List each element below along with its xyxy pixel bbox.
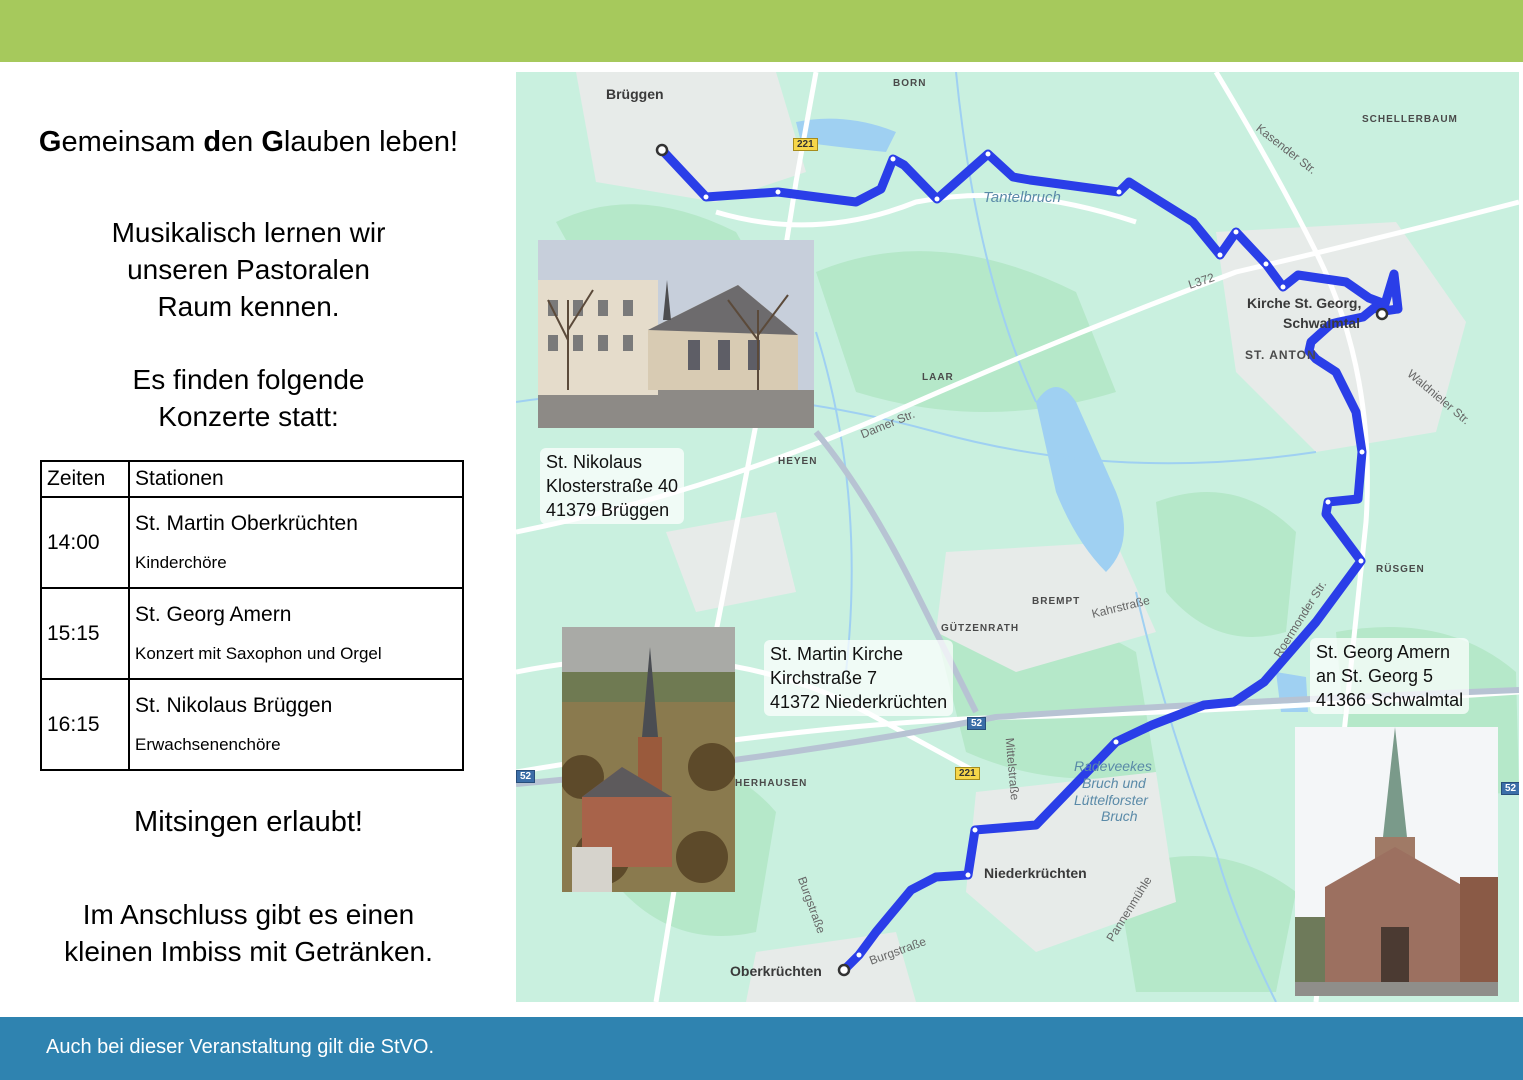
headline-initial-d: d [203, 126, 222, 158]
address-line: Klosterstraße 40 [546, 476, 679, 496]
route-map[interactable]: Brüggen BORN SCHELLERBAUM Kasender Str. … [516, 72, 1519, 1002]
map-label-ruesgen: RÜSGEN [1376, 564, 1425, 575]
map-label-herhausen: HERHAUSEN [735, 778, 808, 789]
headline-initial-g2: G [261, 126, 284, 158]
address-st-martin: St. Martin Kirche Kirchstraße 7 41372 Ni… [764, 640, 954, 716]
intro-line: Musikalisch lernen wir [111, 217, 386, 248]
header-station: Stationen [128, 460, 464, 498]
address-line: St. Martin Kirche [770, 644, 904, 664]
road-shield-221: 221 [793, 138, 818, 151]
map-label-radeveekes: Bruch und [1082, 775, 1146, 791]
station-detail: Erwachsenenchöre [135, 735, 281, 754]
photo-st-nikolaus [538, 240, 814, 428]
photo-st-georg [1295, 727, 1498, 996]
map-label-heyen: HEYEN [778, 456, 818, 467]
map-label-radeveekes: Radeveekes [1074, 758, 1152, 774]
header-time: Zeiten [40, 460, 130, 498]
time-cell: 15:15 [40, 587, 130, 680]
road-shield-221: 221 [955, 767, 980, 780]
station-cell: St. Nikolaus Brüggen Erwachsenenchöre [128, 678, 464, 771]
snack-line: kleinen Imbiss mit Getränken. [64, 936, 433, 967]
time-cell: 14:00 [40, 496, 130, 589]
road-shield-52: 52 [1501, 782, 1519, 795]
station-detail: Kinderchöre [135, 553, 227, 572]
map-label-guetzenrath: GÜTZENRATH [941, 623, 1020, 634]
table-row: 14:00 St. Martin Oberkrüchten Kinderchör… [40, 496, 464, 589]
intro-line: Raum kennen. [157, 291, 340, 322]
photo-st-martin [562, 627, 735, 892]
address-st-nikolaus: St. Nikolaus Klosterstraße 40 41379 Brüg… [540, 448, 685, 524]
headline-part: lauben leben! [283, 126, 459, 158]
intro-text: Musikalisch lernen wir unseren Pastorale… [0, 214, 497, 325]
map-label-kirche-st-georg: Kirche St. Georg, [1247, 295, 1362, 311]
road-shield-52: 52 [967, 717, 987, 730]
map-label-born: BORN [893, 78, 927, 89]
headline-part: emeinsam [61, 126, 204, 158]
church-martin-image [562, 627, 735, 892]
church-georg-image [1295, 727, 1498, 996]
snack-line: Im Anschluss gibt es einen [82, 899, 415, 930]
address-line: Kirchstraße 7 [770, 668, 878, 688]
map-label-schellerbaum: SCHELLERBAUM [1362, 114, 1458, 125]
map-label-st-anton: ST. ANTON [1245, 348, 1317, 362]
table-row: 15:15 St. Georg Amern Konzert mit Saxoph… [40, 587, 464, 680]
headline-part: en [221, 126, 262, 158]
address-line: St. Georg Amern [1316, 642, 1451, 662]
station-name: St. Georg Amern [135, 603, 292, 626]
address-st-georg: St. Georg Amern an St. Georg 5 41366 Sch… [1310, 638, 1470, 714]
snack-text: Im Anschluss gibt es einen kleinen Imbis… [0, 896, 497, 970]
station-detail: Konzert mit Saxophon und Orgel [135, 644, 382, 663]
concerts-intro: Es finden folgende Konzerte statt: [0, 361, 497, 435]
address-line: 41366 Schwalmtal [1316, 690, 1464, 710]
map-label-tantelbruch: Tantelbruch [983, 189, 1061, 206]
station-cell: St. Georg Amern Konzert mit Saxophon und… [128, 587, 464, 680]
address-line: 41372 Niederkrüchten [770, 692, 948, 712]
table-row: 16:15 St. Nikolaus Brüggen Erwachsenench… [40, 678, 464, 771]
road-shield-52: 52 [516, 770, 536, 783]
station-name: St. Martin Oberkrüchten [135, 512, 358, 535]
map-label-schwalmtal: Schwalmtal [1283, 315, 1361, 331]
map-label-radeveekes: Bruch [1101, 808, 1138, 824]
schedule-table: Zeiten Stationen 14:00 St. Martin Oberkr… [40, 460, 464, 771]
concerts-intro-line: Es finden folgende [132, 364, 365, 395]
address-line: an St. Georg 5 [1316, 666, 1434, 686]
address-line: 41379 Brüggen [546, 500, 670, 520]
station-cell: St. Martin Oberkrüchten Kinderchöre [128, 496, 464, 589]
map-label-oberkruechten: Oberkrüchten [730, 963, 822, 979]
sing-along-text: Mitsingen erlaubt! [134, 806, 363, 838]
footer-text: Auch bei dieser Veranstaltung gilt die S… [46, 1036, 435, 1058]
map-label-brempt: BREMPT [1032, 596, 1081, 607]
church-nikolaus-image [538, 240, 814, 428]
map-label-radeveekes: Lüttelforster [1074, 792, 1148, 808]
headline: Gemeinsam den Glauben leben! [0, 126, 497, 159]
map-label-brueggen: Brüggen [606, 86, 664, 102]
map-label-niederkruechten: Niederkrüchten [984, 865, 1087, 881]
intro-line: unseren Pastoralen [127, 254, 370, 285]
address-line: St. Nikolaus [546, 452, 643, 472]
station-name: St. Nikolaus Brüggen [135, 694, 333, 717]
headline-initial-g: G [38, 126, 62, 158]
top-color-band [0, 0, 1523, 62]
time-cell: 16:15 [40, 678, 130, 771]
map-label-laar: LAAR [922, 372, 954, 383]
table-header-row: Zeiten Stationen [40, 460, 464, 498]
concerts-intro-line: Konzerte statt: [158, 401, 339, 432]
